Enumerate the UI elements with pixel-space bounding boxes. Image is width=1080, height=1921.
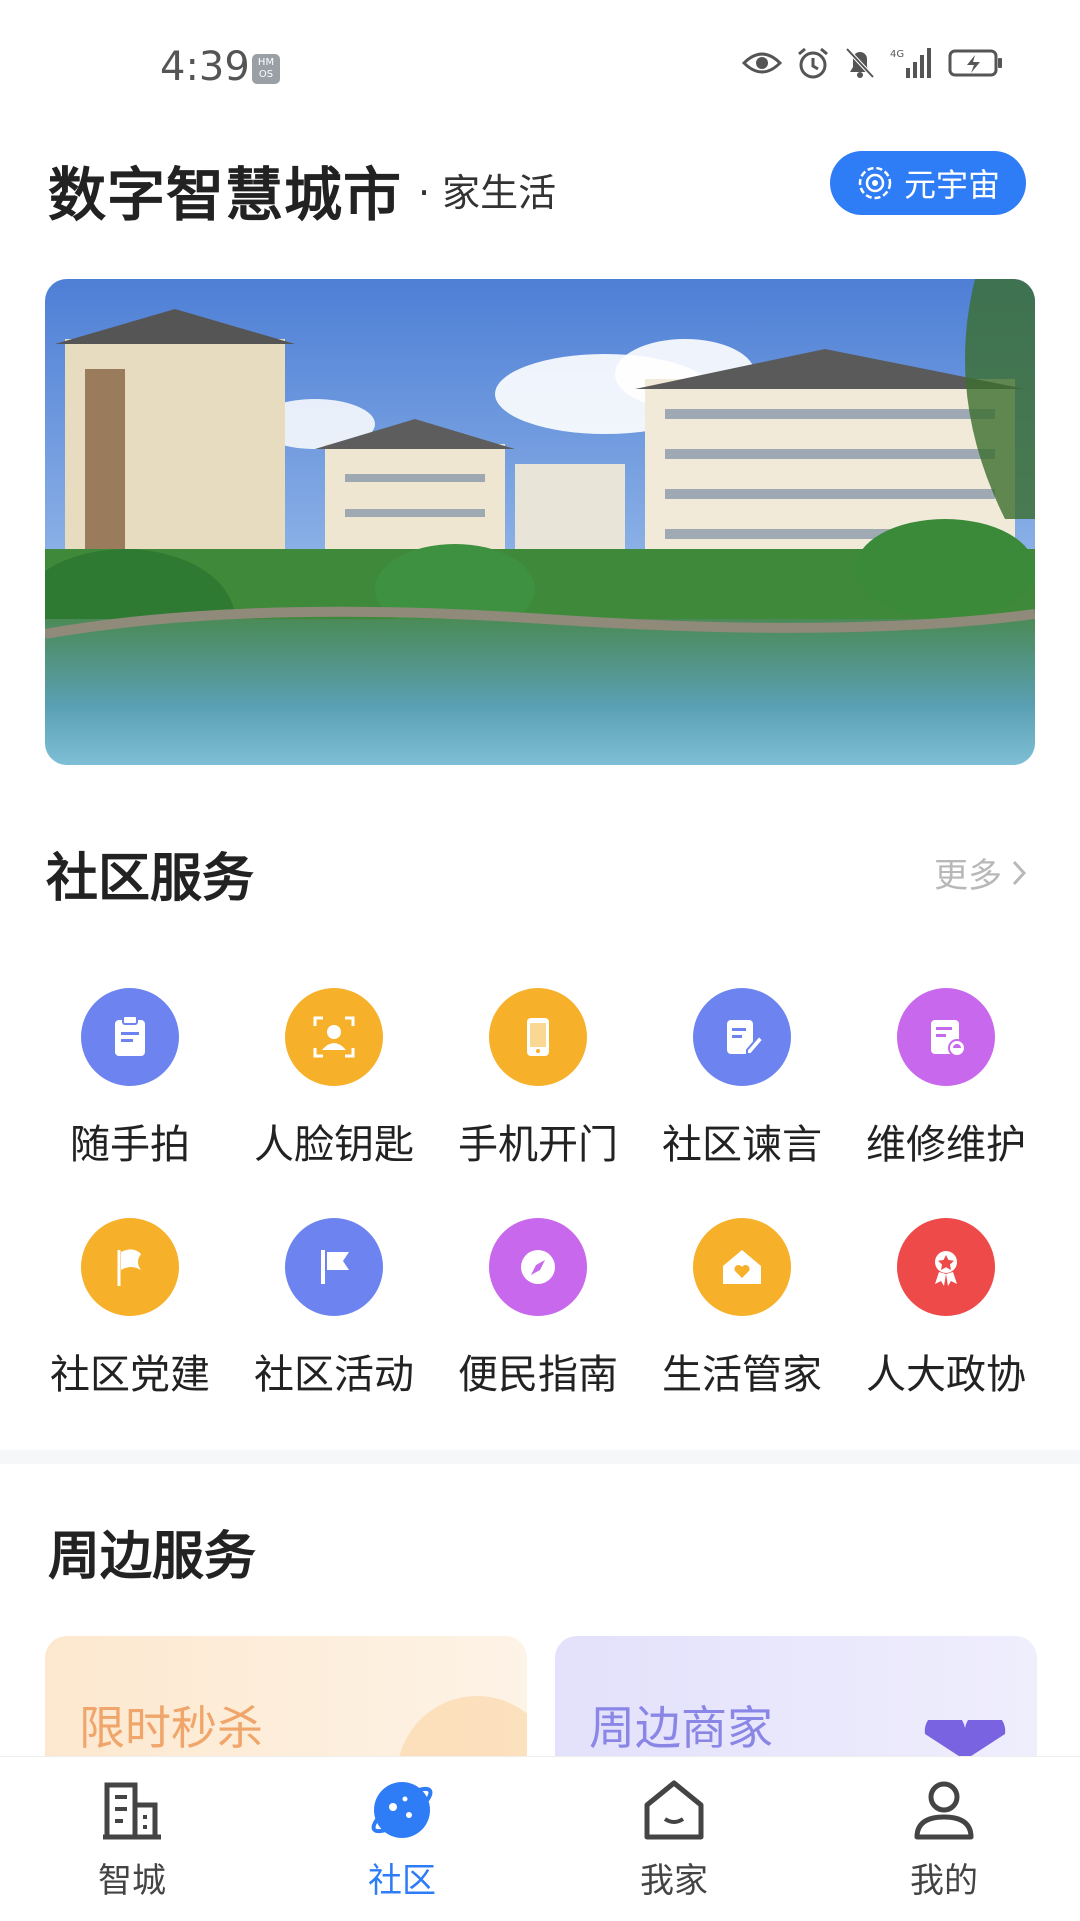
service-activities[interactable]: 社区活动 [232, 1218, 436, 1400]
nav-label: 社区 [368, 1861, 436, 1901]
service-label: 社区党建 [50, 1352, 210, 1398]
flash-sale-card[interactable]: 限时秒杀 [45, 1636, 527, 1756]
face-id-icon [285, 988, 383, 1086]
app-title: 数字智慧城市 [48, 161, 403, 229]
more-link[interactable]: 更多 [934, 848, 1028, 897]
community-services-grid: 随手拍 人脸钥匙 手机开门 社区谏言 维修维护 社区党建 社区活动 便民指南 生… [28, 988, 1052, 1400]
service-life-butler[interactable]: 生活管家 [640, 1218, 844, 1400]
flash-sale-decoration [399, 1696, 527, 1756]
medal-icon [897, 1218, 995, 1316]
community-banner-image[interactable] [45, 279, 1035, 765]
status-time: 4:39 [160, 44, 250, 90]
signal-icon: 4G [890, 48, 931, 78]
service-label: 社区谏言 [662, 1122, 822, 1168]
eye-icon [742, 52, 782, 74]
nearby-services-title: 周边服务 [48, 1527, 257, 1587]
nearby-merchants-card[interactable]: 周边商家 [555, 1636, 1037, 1756]
house-icon [644, 1780, 704, 1840]
service-guide[interactable]: 便民指南 [436, 1218, 640, 1400]
compass-icon [489, 1218, 587, 1316]
nearby-merchants-card-label: 周边商家 [589, 1701, 773, 1755]
app-subtitle: · 家生活 [418, 171, 557, 215]
section-divider [0, 1450, 1080, 1464]
metaverse-button-label: 元宇宙 [903, 166, 1000, 204]
home-heart-icon [693, 1218, 791, 1316]
service-label: 人大政协 [866, 1352, 1026, 1398]
mute-bell-icon [845, 47, 875, 79]
community-services-title: 社区服务 [46, 849, 255, 909]
hmos-badge: HM OS [252, 54, 280, 84]
service-face-key[interactable]: 人脸钥匙 [232, 988, 436, 1170]
more-link-label: 更多 [934, 856, 1002, 896]
banner-illustration [45, 279, 1035, 765]
repair-doc-icon [897, 988, 995, 1086]
alarm-icon [798, 47, 828, 79]
phone-icon [489, 988, 587, 1086]
flash-sale-card-label: 限时秒杀 [79, 1701, 263, 1755]
nav-label: 我的 [910, 1861, 978, 1901]
bottom-nav: 智城 社区 我家 我的 [0, 1756, 1080, 1921]
service-label: 维修维护 [866, 1122, 1026, 1168]
service-suishoupai[interactable]: 随手拍 [28, 988, 232, 1170]
heart-decoration-icon [924, 1720, 1006, 1756]
nav-item-community[interactable]: 社区 [322, 1775, 482, 1902]
service-label: 手机开门 [458, 1122, 618, 1168]
service-repair[interactable]: 维修维护 [844, 988, 1048, 1170]
service-party-building[interactable]: 社区党建 [28, 1218, 232, 1400]
status-bar: 4:39 HM OS 4G [0, 0, 1080, 120]
note-edit-icon [693, 988, 791, 1086]
app-subtitle-text: 家生活 [442, 171, 557, 215]
banner-flag-icon [285, 1218, 383, 1316]
status-icons: 4G [742, 46, 1004, 80]
building-icon [103, 1782, 161, 1840]
planet-icon [371, 1782, 433, 1838]
metaverse-icon [858, 166, 892, 200]
battery-charging-icon [948, 49, 1002, 77]
service-label: 生活管家 [662, 1352, 822, 1398]
person-icon [914, 1781, 974, 1840]
service-phone-door[interactable]: 手机开门 [436, 988, 640, 1170]
service-label: 便民指南 [458, 1352, 618, 1398]
metaverse-button[interactable]: 元宇宙 [830, 151, 1026, 215]
nav-item-smart-city[interactable]: 智城 [52, 1775, 212, 1902]
service-label: 随手拍 [70, 1122, 190, 1168]
nav-label: 我家 [640, 1861, 708, 1901]
flag-icon [81, 1218, 179, 1316]
nav-item-mine[interactable]: 我的 [864, 1775, 1024, 1902]
service-label: 社区活动 [254, 1352, 414, 1398]
nav-item-my-home[interactable]: 我家 [594, 1775, 754, 1902]
service-label: 人脸钥匙 [254, 1122, 414, 1168]
chevron-right-icon [1012, 860, 1027, 885]
service-npc-cppcc[interactable]: 人大政协 [844, 1218, 1048, 1400]
network-type: 4G [890, 49, 904, 60]
service-suggestion[interactable]: 社区谏言 [640, 988, 844, 1170]
clipboard-icon [81, 988, 179, 1086]
nav-label: 智城 [98, 1861, 166, 1901]
